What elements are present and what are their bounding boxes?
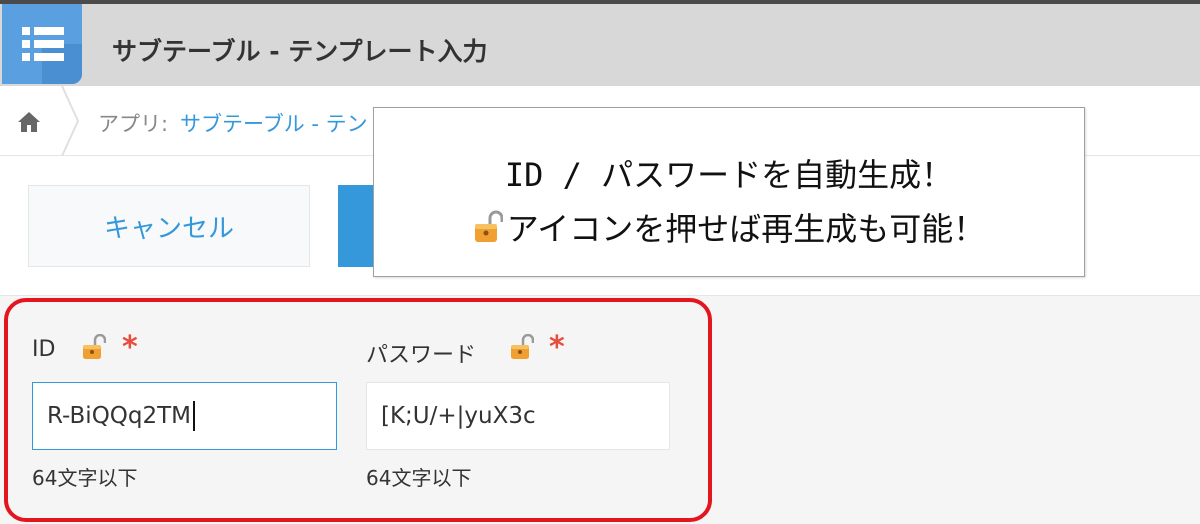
unlock-icon <box>474 210 503 242</box>
annotation-callout: ID / パスワードを自動生成！ アイコンを押せば再生成も可能！ <box>373 107 1085 277</box>
list-icon[interactable] <box>2 4 82 84</box>
breadcrumb-prefix: アプリ: <box>98 112 169 136</box>
callout-line-2: アイコンを押せば再生成も可能！ <box>374 204 1084 250</box>
save-button[interactable] <box>338 185 378 267</box>
app-title: サブテーブル - テンプレート入力 <box>112 37 488 66</box>
breadcrumb-app-link[interactable]: サブテーブル - テン <box>180 108 368 138</box>
highlight-frame <box>4 298 712 522</box>
cancel-button[interactable]: キャンセル <box>28 185 310 267</box>
app-header: サブテーブル - テンプレート入力 <box>0 4 1200 86</box>
callout-line-2-text: アイコンを押せば再生成も可能！ <box>506 210 986 248</box>
callout-line-1: ID / パスワードを自動生成！ <box>504 156 954 194</box>
breadcrumb-separator <box>61 86 80 156</box>
home-icon[interactable] <box>16 110 42 134</box>
